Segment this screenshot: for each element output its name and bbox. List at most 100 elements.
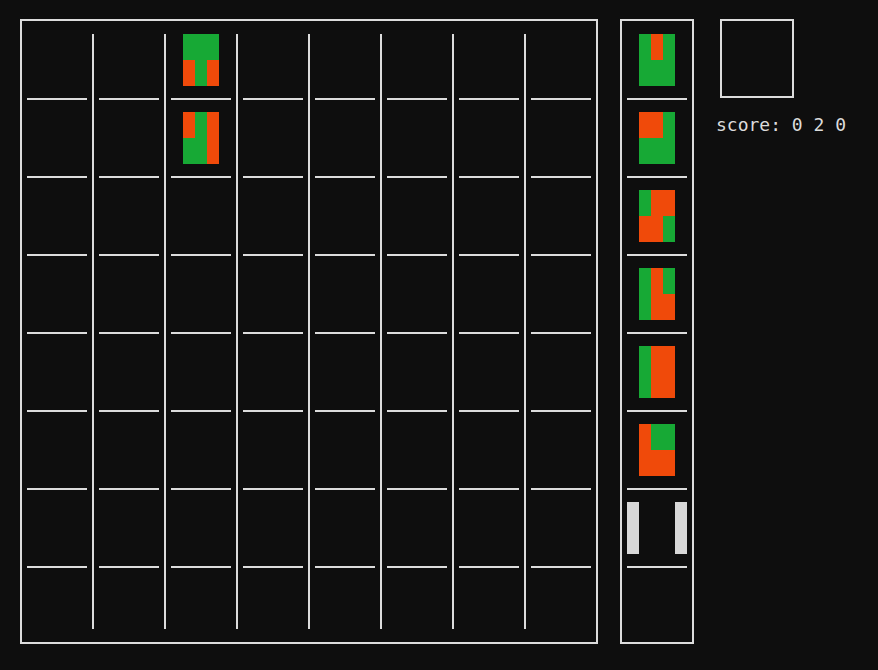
slot[interactable] — [454, 112, 524, 190]
slot[interactable] — [382, 424, 452, 502]
slot[interactable] — [238, 502, 308, 580]
slot[interactable] — [238, 190, 308, 268]
slot-area — [627, 346, 687, 398]
slot[interactable] — [622, 112, 692, 190]
slot[interactable] — [454, 34, 524, 112]
slot[interactable] — [622, 580, 692, 629]
slot[interactable] — [310, 580, 380, 629]
board-column[interactable] — [92, 34, 164, 629]
board-column[interactable] — [236, 34, 308, 629]
slot[interactable] — [94, 580, 164, 629]
tile[interactable] — [183, 34, 219, 86]
slot[interactable] — [622, 502, 692, 580]
slot[interactable] — [526, 268, 596, 346]
row-divider — [531, 488, 591, 490]
slot[interactable] — [622, 346, 692, 424]
slot[interactable] — [238, 346, 308, 424]
slot[interactable] — [166, 268, 236, 346]
row-divider — [459, 176, 519, 178]
slot[interactable] — [94, 112, 164, 190]
tile[interactable] — [639, 268, 675, 320]
slot[interactable] — [310, 34, 380, 112]
board-column[interactable] — [22, 34, 92, 629]
slot-area — [99, 580, 159, 629]
tile[interactable] — [639, 190, 675, 242]
row-divider — [243, 176, 303, 178]
slot[interactable] — [310, 346, 380, 424]
slot[interactable] — [454, 580, 524, 629]
slot[interactable] — [238, 34, 308, 112]
slot[interactable] — [22, 580, 92, 629]
slot[interactable] — [382, 502, 452, 580]
tile-segment — [663, 346, 675, 372]
slot[interactable] — [526, 112, 596, 190]
slot[interactable] — [94, 346, 164, 424]
slot[interactable] — [622, 34, 692, 112]
slot[interactable] — [166, 346, 236, 424]
slot[interactable] — [382, 580, 452, 629]
slot[interactable] — [382, 34, 452, 112]
slot[interactable] — [526, 190, 596, 268]
slot[interactable] — [166, 112, 236, 190]
tile[interactable] — [639, 424, 675, 476]
slot[interactable] — [526, 346, 596, 424]
slot[interactable] — [382, 190, 452, 268]
board-column[interactable] — [164, 34, 236, 629]
slot[interactable] — [238, 424, 308, 502]
slot[interactable] — [526, 580, 596, 629]
slot[interactable] — [22, 112, 92, 190]
slot[interactable] — [622, 268, 692, 346]
slot[interactable] — [166, 190, 236, 268]
slot[interactable] — [526, 34, 596, 112]
slot[interactable] — [166, 502, 236, 580]
slot[interactable] — [22, 424, 92, 502]
slot[interactable] — [94, 34, 164, 112]
slot[interactable] — [94, 190, 164, 268]
slot[interactable] — [454, 424, 524, 502]
slot[interactable] — [454, 268, 524, 346]
slot[interactable] — [382, 346, 452, 424]
board-column[interactable] — [524, 34, 596, 629]
slot[interactable] — [310, 268, 380, 346]
slot[interactable] — [622, 424, 692, 502]
slot-area — [459, 190, 519, 242]
slot[interactable] — [622, 190, 692, 268]
slot[interactable] — [310, 190, 380, 268]
board-column[interactable] — [452, 34, 524, 629]
slot[interactable] — [94, 268, 164, 346]
queue-column — [622, 34, 692, 629]
tile[interactable] — [639, 34, 675, 86]
slot[interactable] — [526, 502, 596, 580]
slot[interactable] — [22, 34, 92, 112]
slot[interactable] — [382, 112, 452, 190]
slot[interactable] — [94, 502, 164, 580]
slot[interactable] — [22, 502, 92, 580]
tile-segment — [663, 450, 675, 476]
slot[interactable] — [454, 190, 524, 268]
slot[interactable] — [166, 580, 236, 629]
board-column[interactable] — [308, 34, 380, 629]
slot[interactable] — [310, 112, 380, 190]
hold-box[interactable] — [720, 19, 794, 98]
slot[interactable] — [454, 346, 524, 424]
board-column[interactable] — [380, 34, 452, 629]
slot[interactable] — [454, 502, 524, 580]
tile[interactable] — [183, 112, 219, 164]
slot[interactable] — [238, 112, 308, 190]
tile[interactable] — [639, 112, 675, 164]
tile[interactable] — [639, 346, 675, 398]
slot[interactable] — [238, 580, 308, 629]
slot[interactable] — [166, 34, 236, 112]
row-divider — [459, 488, 519, 490]
slot[interactable] — [382, 268, 452, 346]
slot[interactable] — [310, 502, 380, 580]
slot[interactable] — [22, 190, 92, 268]
slot[interactable] — [94, 424, 164, 502]
slot[interactable] — [238, 268, 308, 346]
slot[interactable] — [166, 424, 236, 502]
slot[interactable] — [310, 424, 380, 502]
slot[interactable] — [526, 424, 596, 502]
slot[interactable] — [22, 268, 92, 346]
slot[interactable] — [22, 346, 92, 424]
slot-area — [531, 424, 591, 476]
